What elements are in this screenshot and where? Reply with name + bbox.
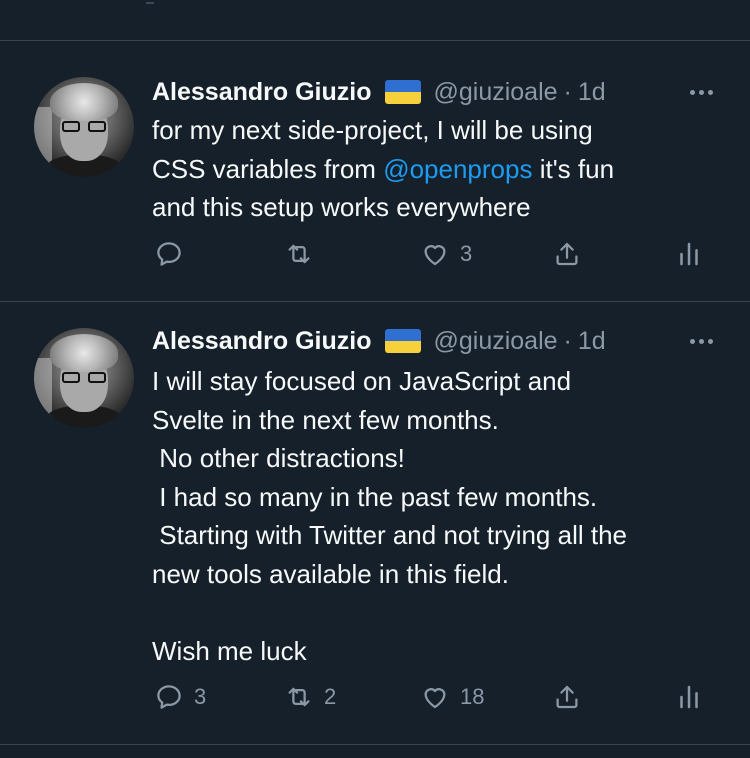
- previous-tweet-edge: [0, 0, 750, 40]
- retweet-icon: [288, 687, 310, 707]
- like-icon: [424, 688, 446, 709]
- author-handle[interactable]: @giuzioale: [433, 78, 557, 107]
- tweet-text: for my next side-project, I will be usin…: [152, 111, 732, 227]
- analytics-icon: [680, 685, 698, 709]
- ukraine-flag-icon: [385, 80, 422, 104]
- like-button[interactable]: 18: [420, 682, 484, 712]
- previous-tweet-action-remnant: [146, 0, 154, 4]
- analytics-icon: [680, 242, 698, 266]
- avatar-background: [34, 107, 52, 167]
- timestamp[interactable]: 1d: [578, 327, 606, 356]
- more-icon[interactable]: [684, 326, 718, 356]
- retweet-button[interactable]: 2: [284, 682, 336, 712]
- separator: ·: [563, 326, 572, 355]
- avatar[interactable]: [34, 328, 134, 428]
- mention-link[interactable]: @openprops: [383, 154, 532, 184]
- share-icon: [556, 242, 578, 266]
- tweet-actions: 3: [0, 239, 750, 279]
- tweet-divider: [0, 744, 750, 745]
- retweet-count: 2: [324, 684, 337, 709]
- tweet-2[interactable]: Alessandro Giuzio @giuzioale · 1d I will…: [0, 302, 750, 712]
- tweet-header: Alessandro Giuzio @giuzioale · 1d: [152, 77, 606, 107]
- analytics-button[interactable]: [674, 682, 704, 712]
- author-name[interactable]: Alessandro Giuzio: [152, 78, 371, 107]
- analytics-button[interactable]: [674, 239, 704, 269]
- tweet-text: I will stay focused on JavaScript and Sv…: [152, 366, 627, 666]
- share-button[interactable]: [552, 239, 582, 269]
- avatar-glasses: [62, 372, 106, 384]
- more-icon[interactable]: [684, 77, 718, 107]
- share-icon: [556, 685, 578, 709]
- tweet-actions: 3 2 18: [0, 682, 750, 722]
- avatar-hair: [50, 334, 118, 372]
- reply-icon: [157, 242, 181, 266]
- reply-icon: [157, 685, 181, 709]
- separator: ·: [563, 77, 572, 106]
- like-count: 18: [460, 684, 485, 709]
- reply-button[interactable]: [154, 239, 194, 269]
- reply-button[interactable]: 3: [154, 682, 206, 712]
- share-button[interactable]: [552, 682, 582, 712]
- tweet-1[interactable]: Alessandro Giuzio @giuzioale · 1d for my…: [0, 41, 750, 301]
- retweet-button[interactable]: [284, 239, 324, 269]
- like-icon: [424, 245, 446, 266]
- author-handle[interactable]: @giuzioale: [433, 327, 557, 356]
- ukraine-flag-icon: [385, 329, 422, 353]
- like-button[interactable]: 3: [420, 239, 472, 269]
- avatar-glasses: [62, 121, 106, 133]
- avatar[interactable]: [34, 77, 134, 177]
- reply-count: 3: [194, 684, 207, 709]
- avatar-background: [34, 358, 52, 418]
- retweet-icon: [288, 244, 310, 264]
- avatar-hair: [50, 83, 118, 121]
- timestamp[interactable]: 1d: [578, 78, 606, 107]
- author-name[interactable]: Alessandro Giuzio: [152, 327, 371, 356]
- like-count: 3: [460, 241, 473, 266]
- tweet-header: Alessandro Giuzio @giuzioale · 1d: [152, 326, 606, 356]
